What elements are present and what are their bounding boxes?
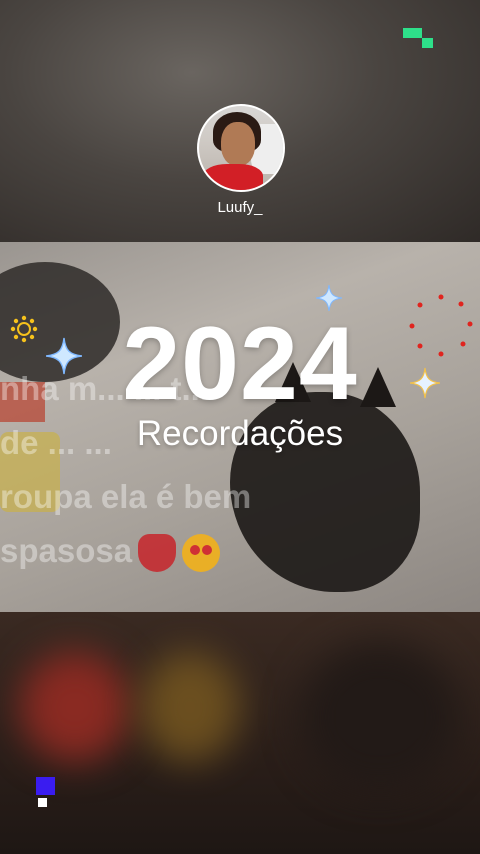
blur-blob-yellow (140, 652, 240, 762)
avatar[interactable] (197, 104, 285, 192)
comment-line-with-emoji: spasosa (0, 524, 480, 578)
blur-blob-dark (300, 642, 460, 792)
avatar-shirt (203, 164, 263, 190)
blue-pixel-logo-icon (36, 777, 58, 809)
comment-line-text: spasosa (0, 532, 133, 569)
memories-year: 2024 (122, 306, 358, 422)
username[interactable]: Luufy_ (0, 199, 480, 216)
memories-subtitle: Recordações (136, 414, 344, 453)
heart-eyes-icon (182, 534, 221, 573)
blurred-background-bottom (0, 612, 480, 854)
comment-line: roupa ela é bem (0, 478, 252, 515)
green-pixel-logo-icon (403, 28, 433, 48)
avatar-face (221, 122, 255, 166)
blur-blob-red (20, 652, 130, 762)
red-heart-icon (138, 534, 177, 573)
